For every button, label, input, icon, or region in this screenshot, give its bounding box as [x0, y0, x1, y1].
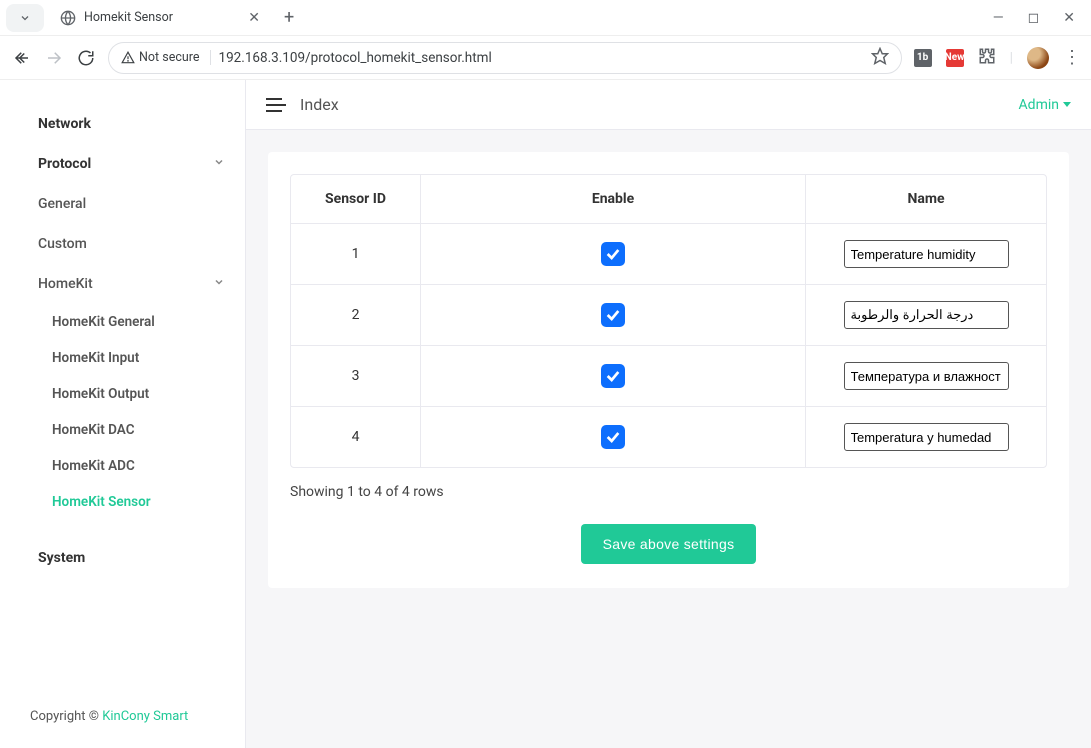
- extension-icon[interactable]: 1b: [914, 49, 932, 67]
- enable-checkbox[interactable]: [601, 425, 625, 449]
- browser-tab[interactable]: Homekit Sensor ✕: [50, 1, 270, 35]
- enable-checkbox[interactable]: [601, 303, 625, 327]
- window-close-icon[interactable]: ✕: [1063, 10, 1075, 26]
- sidebar-sub-homekit-input[interactable]: HomeKit Input: [52, 340, 225, 376]
- col-name: Name: [806, 175, 1046, 224]
- url-text: 192.168.3.109/protocol_homekit_sensor.ht…: [219, 50, 492, 66]
- table-row: 3: [291, 346, 1046, 407]
- extensions-puzzle-icon[interactable]: [978, 47, 996, 69]
- name-input[interactable]: [844, 362, 1009, 390]
- forward-button[interactable]: [44, 49, 64, 67]
- admin-dropdown[interactable]: Admin: [1019, 97, 1071, 113]
- col-enable: Enable: [421, 175, 806, 224]
- table-row: 1: [291, 224, 1046, 285]
- name-input[interactable]: [844, 301, 1009, 329]
- minimize-icon[interactable]: —: [993, 10, 1004, 26]
- new-tab-button[interactable]: +: [284, 7, 294, 28]
- warning-icon: [121, 51, 135, 65]
- sensor-id-cell: 4: [291, 407, 421, 467]
- kebab-menu-icon[interactable]: ⋮: [1063, 47, 1079, 68]
- caret-down-icon: [1063, 102, 1071, 107]
- enable-checkbox[interactable]: [601, 242, 625, 266]
- chevron-down-icon: [213, 276, 225, 292]
- tab-dropdown[interactable]: [6, 4, 44, 32]
- sidebar-item-homekit[interactable]: HomeKit: [38, 264, 225, 304]
- back-button[interactable]: [12, 49, 32, 67]
- page-title: Index: [300, 95, 339, 114]
- copyright: Copyright © KinCony Smart: [30, 691, 225, 734]
- rows-info: Showing 1 to 4 of 4 rows: [290, 484, 1047, 500]
- close-icon[interactable]: ✕: [248, 10, 260, 26]
- sensor-table: Sensor ID Enable Name 1 2: [290, 174, 1047, 468]
- sensor-id-cell: 2: [291, 285, 421, 346]
- sidebar: Network Protocol General Custom HomeKit …: [6, 80, 246, 748]
- security-status[interactable]: Not secure: [121, 50, 211, 65]
- topbar: Index Admin: [246, 80, 1091, 130]
- globe-icon: [60, 10, 76, 26]
- enable-checkbox[interactable]: [601, 364, 625, 388]
- sensor-id-cell: 1: [291, 224, 421, 285]
- sidebar-item-protocol[interactable]: Protocol: [38, 144, 225, 184]
- col-sensor-id: Sensor ID: [291, 175, 421, 224]
- chevron-down-icon: [213, 156, 225, 172]
- table-row: 4: [291, 407, 1046, 467]
- table-row: 2: [291, 285, 1046, 346]
- sidebar-sub-homekit-sensor[interactable]: HomeKit Sensor: [52, 484, 225, 520]
- brand-link[interactable]: KinCony Smart: [102, 709, 188, 724]
- extension-new-icon[interactable]: New: [946, 49, 964, 67]
- name-input[interactable]: [844, 423, 1009, 451]
- address-bar[interactable]: Not secure 192.168.3.109/protocol_homeki…: [108, 42, 902, 74]
- maximize-icon[interactable]: ◻: [1028, 10, 1040, 26]
- tab-title: Homekit Sensor: [84, 10, 238, 25]
- name-input[interactable]: [844, 240, 1009, 268]
- profile-avatar[interactable]: [1027, 47, 1049, 69]
- sidebar-sub-homekit-dac[interactable]: HomeKit DAC: [52, 412, 225, 448]
- sidebar-item-general[interactable]: General: [38, 184, 225, 224]
- sidebar-item-network[interactable]: Network: [38, 104, 225, 144]
- menu-toggle-icon[interactable]: [266, 97, 286, 113]
- separator: |: [1010, 50, 1013, 66]
- sensor-id-cell: 3: [291, 346, 421, 407]
- sidebar-item-system[interactable]: System: [38, 538, 225, 578]
- sidebar-sub-homekit-output[interactable]: HomeKit Output: [52, 376, 225, 412]
- sidebar-sub-homekit-general[interactable]: HomeKit General: [52, 304, 225, 340]
- save-button[interactable]: Save above settings: [581, 524, 757, 564]
- bookmark-star-icon[interactable]: [871, 47, 889, 69]
- sidebar-sub-homekit-adc[interactable]: HomeKit ADC: [52, 448, 225, 484]
- sidebar-item-custom[interactable]: Custom: [38, 224, 225, 264]
- reload-button[interactable]: [76, 49, 96, 67]
